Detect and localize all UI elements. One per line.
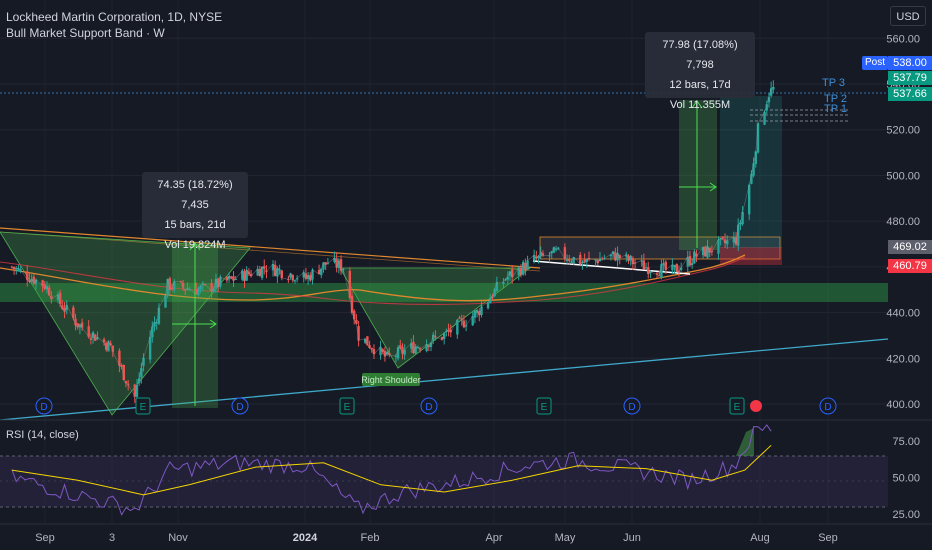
earnings-marker[interactable]: E	[339, 397, 355, 415]
svg-text:D: D	[236, 402, 243, 413]
svg-text:D: D	[628, 402, 635, 413]
candle-body	[660, 264, 663, 278]
rsi-axis-label: 50.00	[892, 472, 920, 484]
tp3-label: TP 3	[822, 77, 846, 89]
candle-body	[151, 326, 154, 338]
candle-body	[675, 264, 678, 272]
svg-text:D: D	[40, 402, 47, 413]
time-axis[interactable]: Sep 3 Nov 2024 Feb Apr May Jun Aug Sep	[35, 532, 838, 544]
candle-body	[495, 282, 499, 292]
time-axis-label: Sep	[818, 532, 838, 544]
candle-body	[353, 310, 356, 320]
svg-text:E: E	[140, 402, 147, 413]
candle-body	[339, 259, 343, 271]
candle-body	[58, 292, 62, 305]
candle-body	[260, 266, 264, 278]
candle-body	[489, 298, 492, 304]
candle-body	[157, 307, 161, 324]
currency-button[interactable]: USD	[890, 6, 926, 26]
svg-text:E: E	[344, 402, 351, 413]
dividend-marker[interactable]: D	[819, 397, 837, 415]
candle-body	[212, 288, 215, 292]
candle-body	[350, 295, 354, 313]
svg-text:Right Shoulder: Right Shoulder	[361, 375, 421, 385]
svg-text:D: D	[824, 402, 831, 413]
measure-2-line2: 12 bars, 17d	[669, 79, 731, 91]
measure-1-line1: 74.35 (18.72%) 7,435	[157, 179, 233, 211]
level-2-tag: 460.79	[888, 259, 932, 273]
time-axis-label: Nov	[168, 532, 188, 544]
time-axis-label: Jun	[623, 532, 641, 544]
candle-body	[473, 310, 477, 318]
price-axis-label: 400.00	[886, 399, 920, 411]
earnings-marker[interactable]: E	[135, 397, 151, 415]
dividend-marker[interactable]: D	[35, 397, 53, 415]
time-axis-label: Sep	[35, 532, 55, 544]
candle-body	[197, 288, 200, 296]
earnings-marker[interactable]: E	[536, 397, 552, 415]
rsi-axis: 75.00 50.00 25.00	[892, 436, 920, 521]
candle-body	[366, 336, 369, 346]
candle-body	[579, 255, 582, 265]
svg-text:E: E	[734, 402, 741, 413]
candle-body	[383, 350, 387, 357]
candle-body	[664, 261, 668, 270]
measure-range-2	[679, 100, 717, 250]
dividend-marker[interactable]: D	[231, 397, 249, 415]
time-axis-label: Aug	[750, 532, 770, 544]
rsi-label[interactable]: RSI (14, close)	[6, 429, 79, 441]
right-shoulder-label: Right Shoulder	[361, 373, 421, 386]
measure-box-2: 77.98 (17.08%) 7,798 12 bars, 17d Vol 11…	[645, 32, 755, 111]
candle-body	[320, 268, 323, 276]
post-badge: Post	[862, 56, 888, 70]
tp1-label: TP 1	[824, 103, 848, 115]
price-axis-label: 500.00	[886, 170, 920, 182]
measure-2-line3: Vol 11.355M	[669, 99, 731, 111]
measure-range-1	[172, 242, 218, 408]
candle-body	[737, 224, 740, 246]
svg-text:E: E	[541, 402, 548, 413]
indicator-label[interactable]: Bull Market Support Band · W	[6, 26, 165, 40]
chart-title: Lockheed Martin Corporation, 1D, NYSE	[6, 10, 223, 24]
candle-body	[173, 281, 176, 290]
time-axis-label: 2024	[293, 532, 318, 544]
post-price-tag: 538.00	[888, 56, 932, 70]
chart-canvas[interactable]: Right Shoulder DEDEDEDED 560.00540.00520…	[0, 0, 932, 550]
price-axis-label: 440.00	[886, 308, 920, 320]
time-axis-label: Apr	[485, 532, 502, 544]
price-axis-label: 520.00	[886, 125, 920, 137]
rsi-axis-label: 75.00	[892, 436, 920, 448]
svg-text:D: D	[425, 402, 432, 413]
time-axis-label: Feb	[361, 532, 380, 544]
level-1-tag: 469.02	[888, 240, 932, 254]
candle-body	[396, 347, 400, 359]
measure-box-1: 74.35 (18.72%) 7,435 15 bars, 21d Vol 19…	[142, 172, 248, 251]
measure-1-line3: Vol 19.824M	[164, 239, 226, 251]
candle-body	[752, 163, 755, 176]
measure-1-line2: 15 bars, 21d	[164, 219, 226, 231]
candle-body	[403, 349, 406, 355]
candle-body	[122, 364, 126, 381]
candle-body	[276, 268, 279, 277]
rsi-axis-label: 25.00	[892, 509, 920, 521]
candle-body	[539, 252, 542, 257]
time-axis-label: May	[555, 532, 576, 544]
candle-body	[168, 278, 172, 290]
dividend-marker[interactable]: D	[420, 397, 438, 415]
measure-2-line1: 77.98 (17.08%) 7,798	[662, 39, 738, 71]
price-axis-label: 560.00	[886, 33, 920, 45]
candle-body	[754, 151, 757, 165]
dividend-marker[interactable]: D	[623, 397, 641, 415]
candle-body	[688, 255, 692, 266]
price-axis-label: 420.00	[886, 353, 920, 365]
last-price-tag: 537.79	[888, 71, 932, 85]
rsi-pane	[0, 428, 888, 508]
price-axis-label: 480.00	[886, 216, 920, 228]
split-marker[interactable]	[750, 400, 762, 412]
earnings-marker[interactable]: E	[729, 397, 745, 415]
time-axis-label: 3	[109, 532, 115, 544]
candle-body	[741, 211, 744, 225]
line-price-tag: 537.66	[888, 87, 932, 101]
pattern-shapes	[0, 96, 888, 416]
